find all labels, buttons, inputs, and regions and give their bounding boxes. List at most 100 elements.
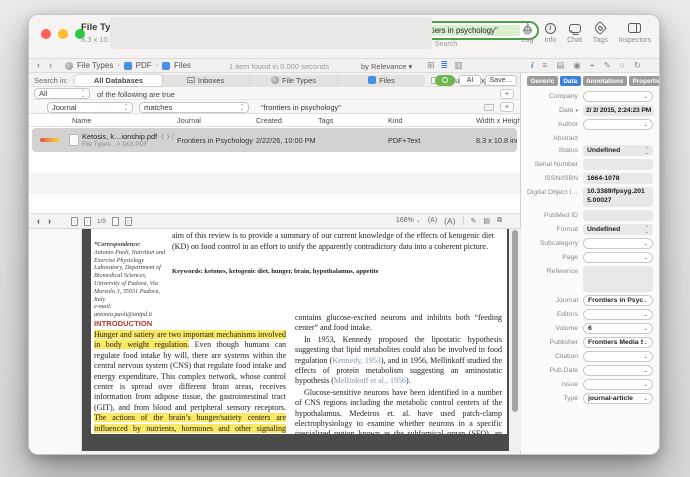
scrollbar-thumb[interactable] [512, 230, 518, 412]
column-view-icon[interactable]: ▥ [454, 60, 463, 71]
editors-combo[interactable]: ⌄ [583, 309, 653, 320]
breadcrumb-files[interactable]: Files [174, 61, 191, 70]
single-page-icon[interactable] [112, 217, 119, 226]
add-predicate-button[interactable]: + [500, 89, 514, 99]
grid-view-icon[interactable]: ⊞ [427, 60, 435, 71]
search-inspector-icon[interactable]: ○ [620, 60, 625, 71]
reference-textarea[interactable] [583, 266, 653, 292]
predicate-option-icon[interactable] [484, 104, 494, 111]
sync-inspector-icon[interactable]: ↻ [634, 60, 641, 71]
main-pane: Search in: All Databases Inboxes File Ty… [29, 73, 521, 454]
breadcrumb-pdf[interactable]: PDF [136, 61, 152, 70]
chevron-down-icon: ⌄ [643, 312, 648, 318]
column-header-journal[interactable]: Journal [174, 116, 253, 125]
author-combo[interactable]: ⌄ [583, 119, 653, 130]
popup-arrows-icon: ⌃⌄ [240, 104, 244, 111]
issue-combo[interactable]: ⌄ [583, 379, 653, 390]
search-options-button[interactable] [435, 75, 455, 86]
field-citation: Citation ⌄ [521, 351, 653, 362]
smart-group-icon [124, 62, 132, 70]
decrease-text-size-button[interactable]: (A) [428, 217, 437, 224]
smart-group-icon [162, 62, 170, 70]
tab-generic[interactable]: Generic [527, 76, 558, 86]
pdf-viewer: aim of this review is to provide a summa… [29, 229, 520, 454]
close-button[interactable] [41, 29, 51, 39]
type-combo[interactable]: journal-article⌄ [583, 393, 653, 404]
breadcrumb-separator: › [156, 62, 158, 69]
breadcrumb-file-types[interactable]: File Types [77, 61, 113, 70]
chevron-down-icon: ⌄ [643, 340, 648, 346]
zoom-level-popup[interactable]: 168% ⌄ [396, 217, 421, 224]
pdf-page[interactable]: aim of this review is to provide a summa… [91, 229, 507, 434]
company-combo[interactable]: ⌄ [583, 91, 653, 102]
predicate-operator-popup[interactable]: matches ⌃⌄ [139, 102, 249, 113]
scope-inboxes[interactable]: Inboxes [162, 75, 250, 86]
table-row[interactable]: Ketosis, k…ionship.pdf ❬❭◯ File Types…> … [32, 128, 517, 152]
minimize-button[interactable] [58, 29, 68, 39]
subcategory-combo[interactable]: ⌄ [583, 238, 653, 249]
tab-annotations[interactable]: Annotations [583, 76, 627, 86]
chat-button[interactable]: Chat [567, 21, 582, 44]
note-icon[interactable]: ▤ [483, 217, 490, 225]
inspectors-button[interactable]: Inspectors [619, 21, 651, 44]
list-view-icon[interactable]: ≣ [441, 60, 449, 71]
popup-arrows-icon: ⌃⌄ [81, 90, 85, 97]
doi-field[interactable]: 10.3389/fpsyg.2015.00027 [583, 187, 653, 207]
page-down-icon[interactable]: ↓ [84, 217, 91, 226]
column-header-name[interactable]: Name [69, 116, 174, 125]
issn-field[interactable]: 1664-1078 [583, 173, 653, 184]
scope-all-databases[interactable]: All Databases [75, 75, 162, 86]
database-icon [271, 76, 279, 84]
tags-button[interactable]: Tags [593, 21, 608, 44]
add-rule-button[interactable]: + [500, 102, 514, 112]
volume-combo[interactable]: 6⌄ [583, 323, 653, 334]
page-indicator[interactable]: 1/9 [97, 218, 106, 225]
correspondence-title: *Correspondence: [94, 241, 170, 249]
pubmed-field[interactable] [583, 210, 653, 221]
predicate-field-popup[interactable]: Journal ⌃⌄ [47, 102, 133, 113]
column-header-created[interactable]: Created [253, 116, 315, 125]
annotations-inspector-icon[interactable]: ✎ [604, 60, 611, 71]
pdf-prev-page-button[interactable]: ‹ [37, 216, 40, 226]
tab-data[interactable]: Data [560, 76, 581, 86]
highlight-pen-icon[interactable]: ✎ [471, 217, 477, 225]
save-search-button[interactable]: Save… [485, 75, 517, 86]
forward-button[interactable]: › [49, 60, 52, 70]
column-header-kind[interactable]: Kind [385, 116, 473, 125]
predicate-value-field[interactable]: "frontiers in psychology" [261, 103, 341, 112]
sort-by-menu[interactable]: by Relevance ▾ [361, 62, 412, 71]
pdf-scrollbar[interactable] [509, 229, 521, 451]
back-button[interactable]: ‹ [37, 60, 40, 70]
format-popup[interactable]: Undefined⌃⌄ [583, 224, 653, 235]
increase-text-size-button[interactable]: (A) [444, 216, 455, 226]
inspector-tabs: Generic Data Annotations Properties [521, 73, 659, 89]
concordance-inspector-icon[interactable]: ◉ [573, 60, 580, 71]
page-combo[interactable]: ⌄ [583, 252, 653, 263]
journal-combo[interactable]: Frontiers in Psychology⌄ [583, 295, 653, 306]
pdf-paragraph: Glucose-sensitive neurons have been iden… [295, 388, 502, 434]
fullwidth-icon[interactable]: ⧉ [497, 217, 502, 225]
pdf-next-page-button[interactable]: › [48, 216, 51, 226]
log-button[interactable]: ⚠ Log [522, 21, 534, 44]
info-inspector-icon[interactable]: i [531, 60, 533, 71]
page-up-icon[interactable]: ↑ [71, 217, 78, 226]
publisher-combo[interactable]: Frontiers Media SA⌄ [583, 337, 653, 348]
column-header-dimensions[interactable]: Width x Height [473, 116, 520, 125]
two-page-icon[interactable]: ▯ [125, 217, 132, 226]
date-field[interactable]: 2/ 2/ 2015, 2:24:23 PM [583, 105, 654, 116]
status-popup[interactable]: Undefined⌃⌄ [583, 145, 653, 156]
column-header-tags[interactable]: Tags [315, 116, 385, 125]
tab-properties[interactable]: Properties [629, 76, 659, 86]
match-mode-popup[interactable]: All ⌃⌄ [34, 88, 90, 99]
info-button[interactable]: i Info [544, 21, 556, 44]
pdf-viewport[interactable]: aim of this review is to provide a summa… [82, 229, 509, 451]
scope-file-types[interactable]: File Types [250, 75, 338, 86]
location-inspector-icon[interactable]: ⌖ [590, 60, 595, 71]
citation-combo[interactable]: ⌄ [583, 351, 653, 362]
list-inspector-icon[interactable]: ≡ [542, 60, 547, 71]
ai-button[interactable]: AI [459, 75, 481, 86]
pub-date-combo[interactable]: ⌄ [583, 365, 653, 376]
document-inspector-icon[interactable]: ▤ [556, 60, 564, 71]
serial-number-field[interactable] [583, 159, 653, 170]
scope-files[interactable]: Files [338, 75, 425, 86]
